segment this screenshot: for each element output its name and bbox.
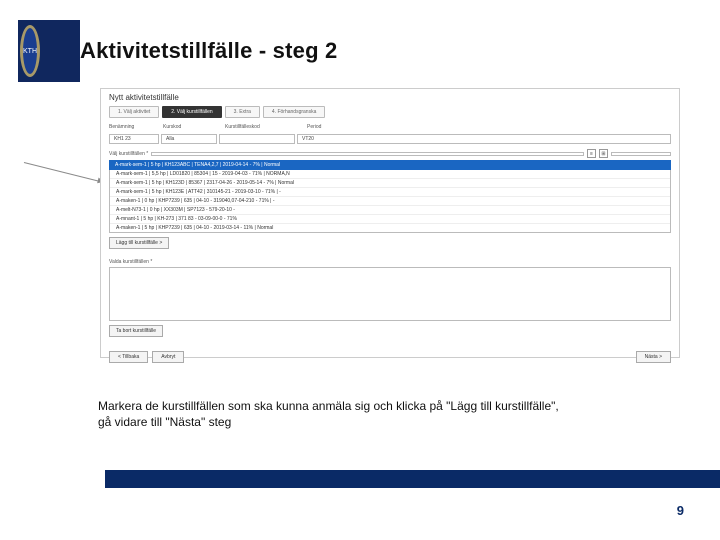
grid-view-icon[interactable]: ⊞ — [599, 149, 608, 158]
wizard-step-1[interactable]: 1. Välj aktivitet — [109, 106, 159, 118]
slide-header: KTH Aktivitetstillfälle - steg 2 — [0, 0, 720, 82]
cancel-button[interactable]: Avbryt — [152, 351, 184, 363]
pointer-arrow — [24, 162, 102, 182]
caption-line-1: Markera de kurstillfällen som ska kunna … — [98, 398, 658, 414]
field-kurskod[interactable]: Alla — [161, 134, 217, 144]
label-kurskod: Kurskod — [163, 124, 223, 130]
kth-logo: KTH — [18, 20, 80, 82]
nav-row: < Tillbaka Avbryt Nästa > — [109, 351, 671, 363]
next-button[interactable]: Nästa > — [636, 351, 671, 363]
app-page-title: Nytt aktivitetstillfälle — [101, 89, 679, 104]
wizard-steps: 1. Välj aktivitet 2. Välj kurstillfällen… — [101, 104, 679, 122]
kth-logo-circle: KTH — [20, 25, 40, 77]
wizard-step-2[interactable]: 2. Välj kurstillfällen — [162, 106, 221, 118]
list-item[interactable]: A-maken-1 | 5 hp | KHP7239 | 635 | 04-10… — [110, 224, 670, 232]
slide: KTH Aktivitetstillfälle - steg 2 Nytt ak… — [0, 0, 720, 540]
caption-line-2: gå vidare till "Nästa" steg — [98, 414, 658, 430]
list-item[interactable]: A-mark-sem-1 | 5 hp | KH123E | ATT42 | 3… — [110, 188, 670, 197]
sort-select[interactable] — [611, 152, 671, 156]
search-label: Välj kurstillfällen * — [109, 151, 148, 157]
list-item[interactable]: A-mark-sem-1 | 5,5 hp | LD01820 | 85304 … — [110, 170, 670, 179]
kth-logo-text: KTH — [23, 48, 37, 55]
list-item[interactable]: A-mnant-1 | 5 hp | KH-273 | 371 83 - 03-… — [110, 215, 670, 224]
wizard-step-4[interactable]: 4. Förhandsgranska — [263, 106, 325, 118]
slide-caption: Markera de kurstillfällen som ska kunna … — [98, 398, 658, 430]
slide-title: Aktivitetstillfälle - steg 2 — [80, 38, 337, 64]
field-benamning[interactable]: KH1 23 — [109, 134, 159, 144]
filter-row-fields: KH1 23 Alla VT20 — [101, 132, 679, 146]
add-course-button[interactable]: Lägg till kurstillfälle > — [109, 237, 169, 249]
list-item[interactable]: A-maken-1 | 0 hp | KHP7239 | 635 | 04-10… — [110, 197, 670, 206]
results-list: A-mark-sem-1 | 5,5 hp | LD01820 | 85304 … — [109, 170, 671, 233]
field-period[interactable]: VT20 — [297, 134, 671, 144]
wizard-step-3[interactable]: 3. Extra — [225, 106, 260, 118]
selected-label: Valda kurstillfällen * — [109, 259, 671, 265]
label-kurstyp: Kurstillfälleskod — [225, 124, 305, 130]
list-view-icon[interactable]: ≡ — [587, 149, 596, 158]
selected-listbox[interactable] — [109, 267, 671, 321]
app-screenshot: Nytt aktivitetstillfälle 1. Välj aktivit… — [100, 88, 680, 358]
search-input[interactable] — [151, 152, 584, 156]
prev-button[interactable]: < Tillbaka — [109, 351, 148, 363]
remove-course-button[interactable]: Ta bort kurstillfälle — [109, 325, 163, 337]
footer-bar — [105, 470, 720, 488]
filter-row-labels: Benämning Kurskod Kurstillfälleskod Peri… — [101, 122, 679, 132]
results-selected-header[interactable]: A-mark-sem-1 | 5 hp | KH123ABC | TENA4,2… — [109, 160, 671, 170]
page-number: 9 — [677, 503, 684, 518]
label-benamning: Benämning — [109, 124, 161, 130]
list-item[interactable]: A-mark-sem-1 | 5 hp | KH123D | 85367 | 2… — [110, 179, 670, 188]
label-period: Period — [307, 124, 671, 130]
list-item[interactable]: A-melt-N73-1 | 0 hp | XX303M | SP7123 - … — [110, 206, 670, 215]
field-kurstyp[interactable] — [219, 134, 295, 144]
search-row: Välj kurstillfällen * ≡ ⊞ — [101, 146, 679, 160]
